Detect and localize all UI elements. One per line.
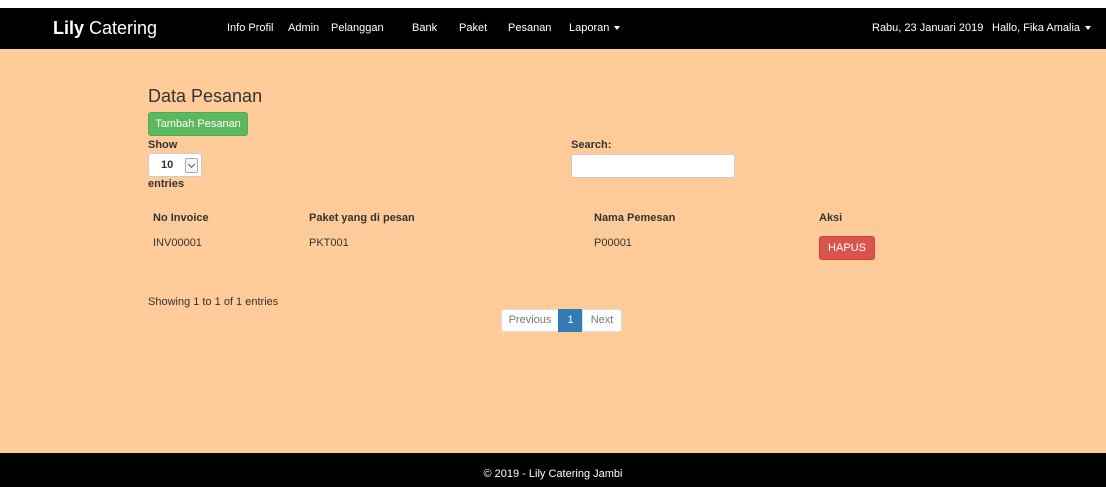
entries-per-page-value: 10 — [161, 159, 174, 171]
user-menu-dropdown[interactable]: Hallo, Fika Amalia — [992, 22, 1092, 34]
column-header-pemesan[interactable]: Nama Pemesan — [594, 212, 675, 224]
cell-paket: PKT001 — [309, 237, 349, 249]
cell-invoice: INV00001 — [153, 237, 202, 249]
show-label: Show — [148, 139, 178, 151]
top-navbar: Lily Catering Info Profil Admin Pelangga… — [0, 8, 1106, 49]
footer: © 2019 - Lily Catering Jambi — [0, 453, 1106, 487]
nav-info-profil[interactable]: Info Profil — [227, 22, 273, 34]
footer-copyright: © 2019 - Lily Catering Jambi — [483, 468, 623, 480]
previous-page-button[interactable]: Previous — [501, 309, 559, 332]
nav-laporan-label: Laporan — [569, 22, 610, 34]
chevron-down-icon — [185, 158, 198, 173]
table-info: Showing 1 to 1 of 1 entries — [148, 296, 279, 308]
brand-rest: Catering — [84, 18, 158, 38]
brand-bold: Lily — [53, 18, 85, 38]
cell-pemesan: P00001 — [594, 237, 632, 249]
current-date: Rabu, 23 Januari 2019 — [872, 22, 984, 34]
search-label: Search: — [571, 139, 612, 151]
caret-down-icon — [1085, 26, 1092, 31]
column-header-invoice[interactable]: No Invoice — [153, 212, 209, 224]
table-header: No Invoice Paket yang di pesan Nama Peme… — [141, 204, 972, 231]
nav-pesanan[interactable]: Pesanan — [508, 22, 551, 34]
nav-paket[interactable]: Paket — [459, 22, 487, 34]
nav-bank[interactable]: Bank — [412, 22, 437, 34]
column-header-aksi[interactable]: Aksi — [819, 212, 842, 224]
page-1-button[interactable]: 1 — [558, 309, 583, 332]
nav-pelanggan[interactable]: Pelanggan — [331, 22, 384, 34]
column-header-paket[interactable]: Paket yang di pesan — [309, 212, 415, 224]
nav-admin[interactable]: Admin — [288, 22, 319, 34]
entries-label: entries — [148, 178, 185, 190]
entries-per-page-select[interactable]: 10 — [148, 153, 202, 177]
page-title: Data Pesanan — [148, 86, 263, 106]
user-greeting: Hallo, Fika Amalia — [992, 22, 1081, 34]
caret-down-icon — [614, 26, 621, 31]
search-input[interactable] — [571, 154, 735, 178]
orders-table: No Invoice Paket yang di pesan Nama Peme… — [141, 204, 972, 271]
brand-logo[interactable]: Lily Catering — [53, 18, 157, 39]
nav-laporan-dropdown[interactable]: Laporan — [569, 22, 621, 34]
main-content: Data Pesanan Tambah Pesanan Show 10 entr… — [0, 49, 1106, 453]
delete-button[interactable]: HAPUS — [819, 236, 875, 260]
add-order-button[interactable]: Tambah Pesanan — [148, 112, 248, 136]
next-page-button[interactable]: Next — [582, 309, 622, 332]
table-row: INV00001 PKT001 P00001 HAPUS — [141, 231, 972, 271]
